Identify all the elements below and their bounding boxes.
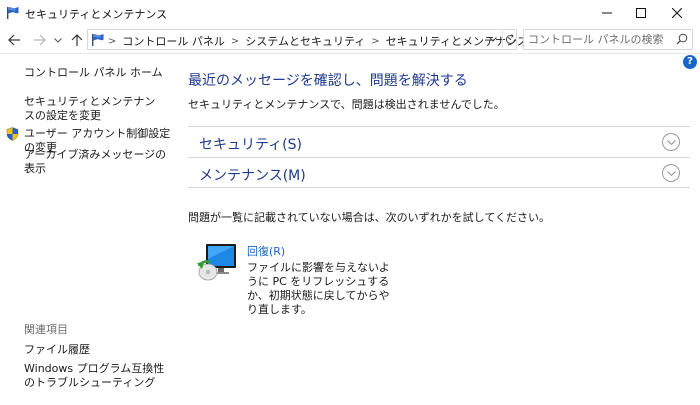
refresh-button[interactable] <box>502 31 518 48</box>
uac-shield-icon <box>6 127 19 141</box>
arrow-up-icon <box>71 33 83 46</box>
maintenance-section-label: メンテナンス(M) <box>199 168 306 184</box>
sidebar-link-archived-messages[interactable]: アーカイブ済みメッセージの表示 <box>24 148 175 176</box>
chevron-right-icon[interactable]: > <box>108 36 116 47</box>
main-content: 最近のメッセージを確認し、問題を解決する セキュリティとメンテナンスで、問題は検… <box>188 54 690 405</box>
security-section-label: セキュリティ(S) <box>199 137 302 153</box>
chevron-right-icon[interactable]: > <box>231 36 239 47</box>
forward-button[interactable] <box>30 31 48 49</box>
sidebar-link-compat-troubleshooter[interactable]: Windows プログラム互換性のトラブルシューティング <box>24 362 174 390</box>
page-title: 最近のメッセージを確認し、問題を解決する <box>188 73 468 89</box>
breadcrumb-item-system-security[interactable]: システムとセキュリティ <box>245 33 365 49</box>
close-button[interactable] <box>660 0 694 26</box>
troubleshoot-note: 問題が一覧に記載されていない場合は、次のいずれかを試してください。 <box>188 211 551 224</box>
maintenance-section-header[interactable]: メンテナンス(M) <box>188 157 690 188</box>
chevron-right-icon[interactable]: > <box>371 36 379 47</box>
related-items-heading: 関連項目 <box>24 323 68 336</box>
security-section-header[interactable]: セキュリティ(S) <box>188 126 690 157</box>
security-flag-icon <box>92 34 104 46</box>
refresh-icon <box>506 34 515 44</box>
recovery-link[interactable]: 回復(R) <box>247 243 285 259</box>
security-flag-icon <box>7 7 19 19</box>
search-input[interactable] <box>528 31 668 48</box>
search-icon[interactable] <box>676 33 688 45</box>
minimize-icon <box>602 12 612 14</box>
sidebar-link-control-panel-home[interactable]: コントロール パネル ホーム <box>24 66 163 80</box>
breadcrumb: > コントロール パネル > システムとセキュリティ > セキュリティとメンテナ… <box>108 33 528 49</box>
recovery-icon <box>197 244 236 281</box>
title-bar: セキュリティとメンテナンス <box>0 0 700 26</box>
chevron-down-icon <box>54 37 62 43</box>
close-icon <box>672 8 682 18</box>
status-message: セキュリティとメンテナンスで、問題は検出されませんでした。 <box>188 98 505 111</box>
address-bar[interactable]: > コントロール パネル > システムとセキュリティ > セキュリティとメンテナ… <box>87 29 528 50</box>
maximize-icon <box>636 8 646 18</box>
chevron-down-icon <box>666 170 676 176</box>
back-button[interactable] <box>5 31 23 49</box>
search-box <box>523 29 693 50</box>
expand-chevron-icon[interactable] <box>662 164 680 182</box>
arrow-right-icon <box>33 34 46 46</box>
recent-locations-button[interactable] <box>49 31 67 49</box>
sidebar-link-file-history[interactable]: ファイル履歴 <box>24 343 90 357</box>
sidebar: コントロール パネル ホーム セキュリティとメンテナンスの設定を変更 ユーザー … <box>0 54 175 405</box>
recovery-item: 回復(R) ファイルに影響を与えないように PC をリフレッシュするか、初期状態… <box>196 239 496 316</box>
arrow-left-icon <box>7 34 20 46</box>
up-button[interactable] <box>68 31 86 49</box>
maximize-button[interactable] <box>624 0 658 26</box>
navigation-bar: > コントロール パネル > システムとセキュリティ > セキュリティとメンテナ… <box>0 26 700 54</box>
sidebar-link-change-settings[interactable]: セキュリティとメンテナンスの設定を変更 <box>24 95 164 123</box>
window-title: セキュリティとメンテナンス <box>25 8 168 21</box>
address-history-dropdown[interactable] <box>486 32 500 47</box>
breadcrumb-item-control-panel[interactable]: コントロール パネル <box>122 33 225 49</box>
recovery-description: ファイルに影響を与えないように PC をリフレッシュするか、初期状態に戻してから… <box>247 261 390 316</box>
chevron-down-icon <box>489 37 497 42</box>
expand-chevron-icon[interactable] <box>662 133 680 151</box>
minimize-button[interactable] <box>590 0 624 26</box>
chevron-down-icon <box>666 139 676 145</box>
